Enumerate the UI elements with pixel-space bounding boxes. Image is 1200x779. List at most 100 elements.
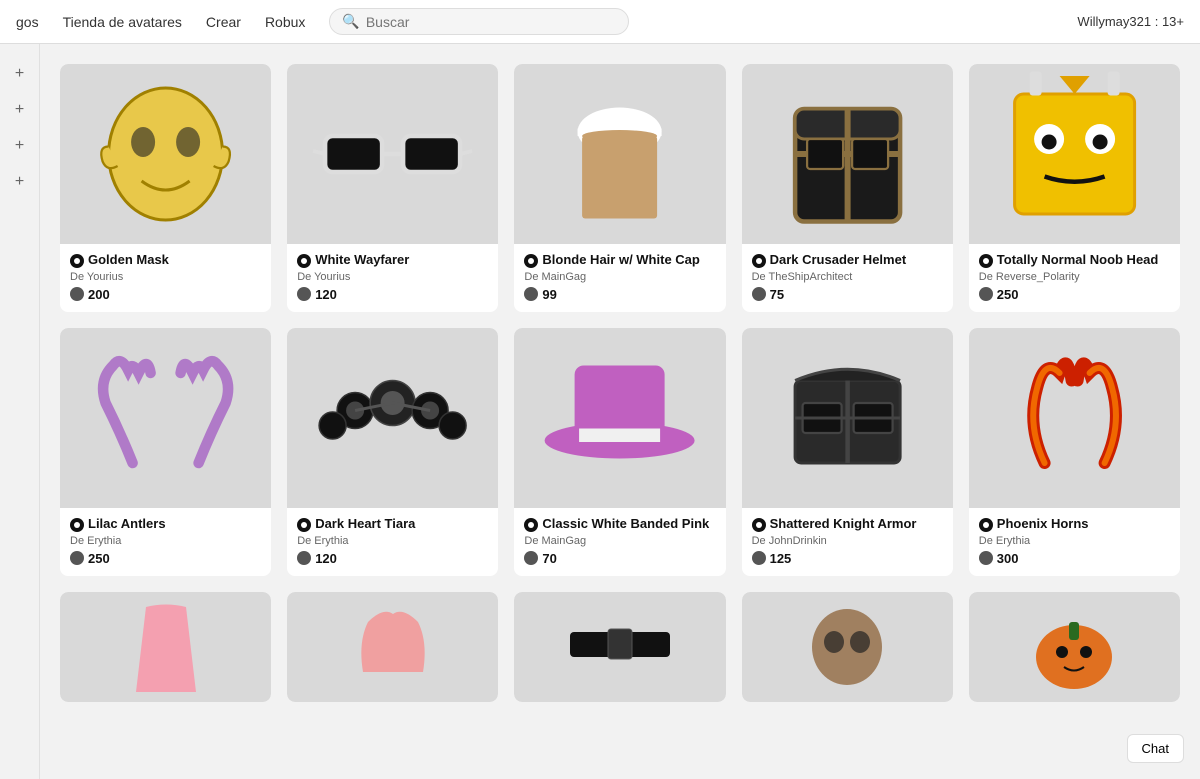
item-card-blonde-hair[interactable]: Blonde Hair w/ White Cap De MainGag 99 xyxy=(514,64,725,312)
sidebar-icon-4[interactable]: + xyxy=(10,172,30,192)
item-info-classic-white-banded: Classic White Banded Pink De MainGag 70 xyxy=(514,508,725,576)
item-card-phoenix-horns[interactable]: Phoenix Horns De Erythia 300 xyxy=(969,328,1180,576)
item-thumbnail-noob-head xyxy=(969,64,1180,244)
item-price-golden-mask: 200 xyxy=(70,287,261,302)
coin-icon xyxy=(70,551,84,565)
item-name-dark-crusader: Dark Crusader Helmet xyxy=(752,252,943,269)
navbar: gos Tienda de avatares Crear Robux 🔍 Wil… xyxy=(0,0,1200,44)
item-info-noob-head: Totally Normal Noob Head De Reverse_Pola… xyxy=(969,244,1180,312)
robux-icon xyxy=(524,518,538,532)
coin-icon xyxy=(524,287,538,301)
partial-thumbnail-skull-helmet xyxy=(742,592,953,702)
item-creator-dark-crusader: De TheShipArchitect xyxy=(752,271,943,283)
sidebar-icon-1[interactable]: + xyxy=(10,64,30,84)
robux-icon xyxy=(524,254,538,268)
item-price-phoenix-horns: 300 xyxy=(979,551,1170,566)
item-info-lilac-antlers: Lilac Antlers De Erythia 250 xyxy=(60,508,271,576)
item-price-blonde-hair: 99 xyxy=(524,287,715,302)
item-card-dark-crusader[interactable]: Dark Crusader Helmet De TheShipArchitect… xyxy=(742,64,953,312)
item-info-dark-crusader: Dark Crusader Helmet De TheShipArchitect… xyxy=(742,244,953,312)
item-creator-golden-mask: De Yourius xyxy=(70,271,261,283)
items-grid: Golden Mask De Yourius 200 White Wayfare… xyxy=(60,64,1180,576)
item-name-dark-heart-tiara: Dark Heart Tiara xyxy=(297,516,488,533)
nav-item-games[interactable]: gos xyxy=(16,14,39,30)
robux-icon xyxy=(297,518,311,532)
sidebar-icon-3[interactable]: + xyxy=(10,136,30,156)
coin-icon xyxy=(979,287,993,301)
item-name-blonde-hair: Blonde Hair w/ White Cap xyxy=(524,252,715,269)
robux-icon xyxy=(297,254,311,268)
robux-icon xyxy=(979,254,993,268)
item-info-white-wayfarer: White Wayfarer De Yourius 120 xyxy=(287,244,498,312)
robux-icon xyxy=(979,518,993,532)
item-creator-shattered-knight: De JohnDrinkin xyxy=(752,535,943,547)
item-name-phoenix-horns: Phoenix Horns xyxy=(979,516,1170,533)
item-price-white-wayfarer: 120 xyxy=(297,287,488,302)
robux-icon xyxy=(752,254,766,268)
item-name-white-wayfarer: White Wayfarer xyxy=(297,252,488,269)
search-input[interactable] xyxy=(366,14,617,30)
coin-icon xyxy=(70,287,84,301)
coin-icon xyxy=(752,551,766,565)
item-creator-phoenix-horns: De Erythia xyxy=(979,535,1170,547)
item-name-lilac-antlers: Lilac Antlers xyxy=(70,516,261,533)
search-bar[interactable]: 🔍 xyxy=(329,8,629,35)
item-creator-blonde-hair: De MainGag xyxy=(524,271,715,283)
robux-icon xyxy=(70,254,84,268)
item-card-golden-mask[interactable]: Golden Mask De Yourius 200 xyxy=(60,64,271,312)
coin-icon xyxy=(979,551,993,565)
partial-item-card-skull-helmet[interactable] xyxy=(742,592,953,702)
nav-item-avatar-shop[interactable]: Tienda de avatares xyxy=(63,14,182,30)
item-card-white-wayfarer[interactable]: White Wayfarer De Yourius 120 xyxy=(287,64,498,312)
item-thumbnail-blonde-hair xyxy=(514,64,725,244)
item-name-noob-head: Totally Normal Noob Head xyxy=(979,252,1170,269)
search-icon: 🔍 xyxy=(342,13,359,30)
item-info-blonde-hair: Blonde Hair w/ White Cap De MainGag 99 xyxy=(514,244,725,312)
sidebar: + + + + xyxy=(0,44,40,779)
item-info-dark-heart-tiara: Dark Heart Tiara De Erythia 120 xyxy=(287,508,498,576)
item-price-dark-heart-tiara: 120 xyxy=(297,551,488,566)
item-card-dark-heart-tiara[interactable]: Dark Heart Tiara De Erythia 120 xyxy=(287,328,498,576)
item-price-classic-white-banded: 70 xyxy=(524,551,715,566)
item-thumbnail-classic-white-banded xyxy=(514,328,725,508)
sidebar-icon-2[interactable]: + xyxy=(10,100,30,120)
user-info: Willymay321 : 13+ xyxy=(1077,14,1184,29)
item-thumbnail-shattered-knight xyxy=(742,328,953,508)
item-info-phoenix-horns: Phoenix Horns De Erythia 300 xyxy=(969,508,1180,576)
coin-icon xyxy=(752,287,766,301)
item-info-golden-mask: Golden Mask De Yourius 200 xyxy=(60,244,271,312)
item-name-golden-mask: Golden Mask xyxy=(70,252,261,269)
item-card-lilac-antlers[interactable]: Lilac Antlers De Erythia 250 xyxy=(60,328,271,576)
partial-items-row xyxy=(60,592,1180,702)
item-card-shattered-knight[interactable]: Shattered Knight Armor De JohnDrinkin 12… xyxy=(742,328,953,576)
item-info-shattered-knight: Shattered Knight Armor De JohnDrinkin 12… xyxy=(742,508,953,576)
partial-thumbnail-pumpkin-head xyxy=(969,592,1180,702)
partial-item-card-pumpkin-head[interactable] xyxy=(969,592,1180,702)
item-thumbnail-dark-heart-tiara xyxy=(287,328,498,508)
nav-item-robux[interactable]: Robux xyxy=(265,14,305,30)
item-card-noob-head[interactable]: Totally Normal Noob Head De Reverse_Pola… xyxy=(969,64,1180,312)
item-card-classic-white-banded[interactable]: Classic White Banded Pink De MainGag 70 xyxy=(514,328,725,576)
partial-thumbnail-pink-outfit xyxy=(60,592,271,702)
coin-icon xyxy=(524,551,538,565)
partial-item-card-pink-hair2[interactable] xyxy=(287,592,498,702)
item-price-noob-head: 250 xyxy=(979,287,1170,302)
item-name-classic-white-banded: Classic White Banded Pink xyxy=(524,516,715,533)
partial-item-card-black-belt[interactable] xyxy=(514,592,725,702)
nav-item-create[interactable]: Crear xyxy=(206,14,241,30)
item-thumbnail-phoenix-horns xyxy=(969,328,1180,508)
partial-thumbnail-pink-hair2 xyxy=(287,592,498,702)
item-creator-noob-head: De Reverse_Polarity xyxy=(979,271,1170,283)
item-thumbnail-lilac-antlers xyxy=(60,328,271,508)
item-creator-dark-heart-tiara: De Erythia xyxy=(297,535,488,547)
item-price-lilac-antlers: 250 xyxy=(70,551,261,566)
partial-item-card-pink-outfit[interactable] xyxy=(60,592,271,702)
item-creator-classic-white-banded: De MainGag xyxy=(524,535,715,547)
coin-icon xyxy=(297,287,311,301)
item-creator-lilac-antlers: De Erythia xyxy=(70,535,261,547)
item-creator-white-wayfarer: De Yourius xyxy=(297,271,488,283)
item-thumbnail-dark-crusader xyxy=(742,64,953,244)
item-thumbnail-golden-mask xyxy=(60,64,271,244)
robux-icon xyxy=(752,518,766,532)
chat-button[interactable]: Chat xyxy=(1127,734,1184,763)
